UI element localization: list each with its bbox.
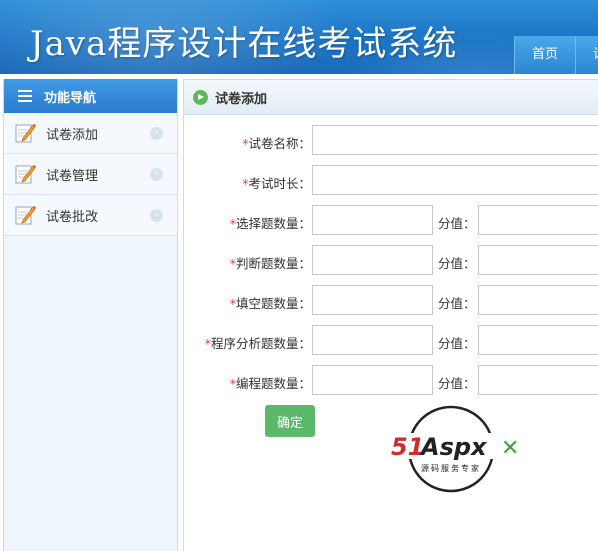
- top-nav: 首页 试: [514, 36, 598, 74]
- nav-exam[interactable]: 试: [575, 36, 598, 74]
- panel-title: 试卷添加: [215, 91, 268, 107]
- chevron-right-icon: ›: [150, 168, 163, 181]
- score-label: 分值：: [438, 376, 476, 391]
- edit-note-icon: [15, 124, 36, 143]
- sidebar-item-grade-paper[interactable]: 试卷批改 ›: [4, 195, 177, 236]
- analysis-score-input[interactable]: [478, 325, 598, 355]
- score-label: 分值：: [438, 336, 476, 351]
- score-label: 分值：: [438, 296, 476, 311]
- field-label: *试卷名称：: [242, 136, 311, 151]
- field-label: *填空题数量：: [229, 296, 311, 311]
- choice-score-input[interactable]: [478, 205, 598, 235]
- choice-count-input[interactable]: [312, 205, 433, 235]
- panel-header: 试卷添加: [184, 80, 598, 115]
- main-panel: 试卷添加 *试卷名称： *考试时长： *选择题数量： 分值： *判断题数量： 分…: [183, 79, 598, 551]
- nav-home[interactable]: 首页: [514, 36, 576, 74]
- analysis-count-input[interactable]: [312, 325, 433, 355]
- sidebar-item-add-paper[interactable]: 试卷添加 ›: [4, 113, 177, 154]
- app-title: Java程序设计在线考试系统: [30, 24, 458, 64]
- fill-score-input[interactable]: [478, 285, 598, 315]
- svg-text:✕: ✕: [501, 436, 519, 461]
- exam-duration-input[interactable]: [312, 165, 598, 195]
- chevron-right-icon: ›: [150, 127, 163, 140]
- programming-score-input[interactable]: [478, 365, 598, 395]
- field-label: *考试时长：: [242, 176, 311, 191]
- sidebar-item-label: 试卷批改: [46, 209, 99, 225]
- svg-text:源码服务专家: 源码服务专家: [421, 463, 481, 473]
- chevron-right-icon: ›: [150, 209, 163, 222]
- judge-score-input[interactable]: [478, 245, 598, 275]
- programming-count-input[interactable]: [312, 365, 433, 395]
- field-label: *判断题数量：: [229, 256, 311, 271]
- brand-watermark-logo: 51 Aspx ✕ 源码服务专家: [389, 405, 519, 493]
- judge-count-input[interactable]: [312, 245, 433, 275]
- score-label: 分值：: [438, 216, 476, 231]
- score-label: 分值：: [438, 256, 476, 271]
- edit-note-icon: [15, 206, 36, 225]
- app-header: Java程序设计在线考试系统 首页 试: [0, 0, 598, 74]
- svg-text:51: 51: [391, 433, 424, 461]
- play-circle-icon: [193, 89, 208, 105]
- list-icon: [18, 90, 32, 102]
- field-label: *程序分析题数量：: [204, 336, 311, 351]
- paper-name-input[interactable]: [312, 125, 598, 155]
- fill-count-input[interactable]: [312, 285, 433, 315]
- sidebar-title: 功能导航: [44, 90, 97, 106]
- field-label: *选择题数量：: [229, 216, 311, 231]
- sidebar-item-label: 试卷管理: [46, 168, 99, 184]
- confirm-button[interactable]: 确定: [265, 405, 315, 437]
- svg-text:Aspx: Aspx: [419, 433, 488, 461]
- sidebar-header: 功能导航: [4, 79, 177, 113]
- field-label: *编程题数量：: [229, 376, 311, 391]
- sidebar-item-label: 试卷添加: [46, 127, 99, 143]
- sidebar-item-manage-paper[interactable]: 试卷管理 ›: [4, 154, 177, 195]
- sidebar: 功能导航 试卷添加 › 试卷管理 › 试卷批改 ›: [3, 79, 178, 551]
- edit-note-icon: [15, 165, 36, 184]
